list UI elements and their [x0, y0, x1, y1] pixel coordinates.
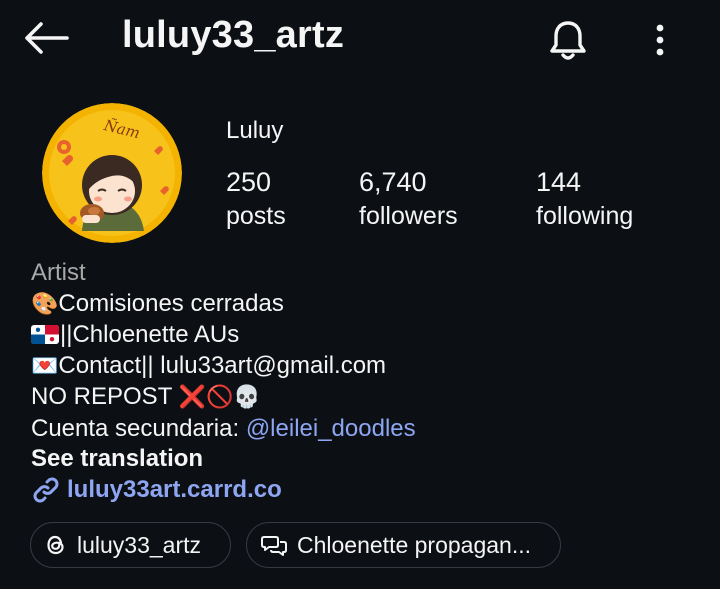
notifications-button[interactable]	[544, 16, 592, 64]
no-repost-emojis-icon: ❌🚫💀	[178, 385, 261, 410]
posts-label: posts	[226, 202, 286, 230]
bio-line-aus: ||Chloenette AUs	[31, 320, 711, 351]
avatar-illustration: Ñam	[42, 103, 182, 243]
followers-label: followers	[359, 202, 458, 230]
bell-icon	[550, 21, 586, 60]
bio-contact-text: Contact|| lulu33art@gmail.com	[58, 351, 387, 379]
panama-flag-icon	[31, 325, 59, 344]
bio-aus-text: ||Chloenette AUs	[60, 321, 240, 348]
posts-count: 250	[226, 167, 272, 197]
broadcast-channel-icon	[261, 536, 287, 556]
more-options-button[interactable]	[640, 16, 680, 64]
channel-chip-label: Chloenette propagan...	[297, 531, 532, 558]
palette-emoji-icon: 🎨	[31, 291, 59, 317]
threads-chip-label: luluy33_artz	[77, 531, 202, 558]
more-vertical-icon	[656, 24, 664, 56]
bio-no-repost-text: NO REPOST	[31, 383, 172, 410]
bio-line-contact: 💌Contact|| lulu33art@gmail.com	[31, 351, 711, 383]
followers-stat[interactable]: 6,740 followers	[359, 166, 458, 234]
threads-profile-chip[interactable]: luluy33_artz	[30, 522, 231, 568]
top-bar: luluy33_artz	[0, 0, 720, 78]
love-letter-emoji-icon: 💌	[31, 353, 59, 379]
following-label: following	[536, 202, 634, 230]
profile-username: luluy33_artz	[122, 14, 345, 56]
see-translation-link[interactable]: See translation	[31, 444, 711, 475]
arrow-left-icon	[25, 22, 69, 54]
bio-category: Artist	[31, 259, 86, 286]
following-stat[interactable]: 144 following	[536, 166, 633, 234]
bio-line-commissions: 🎨Comisiones cerradas	[31, 289, 711, 321]
bio-commissions-text: Comisiones cerradas	[58, 289, 284, 317]
posts-stat[interactable]: 250 posts	[226, 166, 286, 234]
following-count: 144	[536, 167, 582, 197]
back-button[interactable]	[20, 18, 72, 58]
followers-count: 6,740	[359, 167, 427, 197]
website-link-text: luluy33art.carrd.co	[67, 475, 282, 503]
link-icon	[33, 477, 59, 503]
bio-line-no-repost: NO REPOST ❌🚫💀	[31, 382, 711, 414]
bio-line-secondary: Cuenta secundaria: @leilei_doodles	[31, 414, 711, 445]
display-name: Luluy	[226, 117, 284, 144]
bio: Artist 🎨Comisiones cerradas ||Chloenette…	[31, 258, 711, 505]
broadcast-channel-chip[interactable]: Chloenette propagan...	[246, 522, 561, 568]
bio-secondary-prefix: Cuenta secundaria:	[31, 414, 246, 442]
website-link[interactable]: luluy33art.carrd.co	[31, 475, 711, 506]
secondary-account-mention[interactable]: @leilei_doodles	[246, 415, 416, 442]
threads-icon	[47, 535, 64, 555]
avatar[interactable]: Ñam	[42, 103, 182, 243]
